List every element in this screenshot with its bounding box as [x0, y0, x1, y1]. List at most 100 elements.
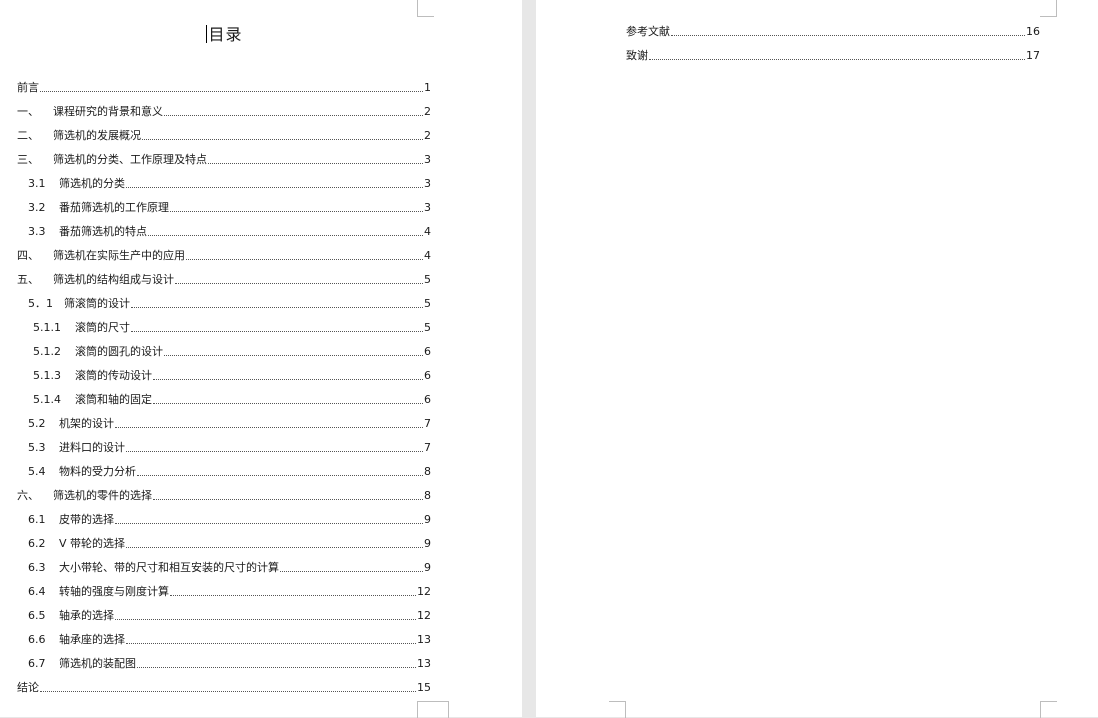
toc-entry-number: 6.1	[28, 513, 46, 526]
toc-entry-number: 四、	[17, 249, 39, 262]
dot-leader	[649, 59, 1025, 60]
dot-leader	[115, 427, 423, 428]
toc-page-number: 5	[424, 297, 431, 310]
toc-entry-section-3-2[interactable]: 3.2 番茄筛选机的工作原理 3	[28, 201, 431, 215]
toc-entry-subsection-5-1-1[interactable]: 5.1.1 滚筒的尺寸 5	[33, 321, 431, 335]
toc-page-number: 6	[424, 345, 431, 358]
margin-corner-mark	[432, 701, 449, 718]
toc-entry-references[interactable]: 参考文献 16	[626, 25, 1040, 39]
toc-entry-text: 滚筒的传动设计	[75, 369, 152, 382]
toc-entry-chapter-1[interactable]: 一、 课程研究的背景和意义 2	[17, 105, 431, 119]
toc-page-number: 12	[417, 585, 431, 598]
margin-corner-mark	[1040, 0, 1057, 17]
toc-entry-number: 5.2	[28, 417, 46, 430]
toc-entry-subsection-5-1-2[interactable]: 5.1.2 滚筒的圆孔的设计 6	[33, 345, 431, 359]
toc-entry-number: 5.3	[28, 441, 46, 454]
dot-leader	[280, 571, 423, 572]
toc-title[interactable]: 目录	[0, 21, 449, 45]
dot-leader	[153, 403, 423, 404]
dot-leader	[137, 667, 416, 668]
dot-leader	[164, 115, 423, 116]
toc-page-number: 3	[424, 201, 431, 214]
toc-entry-text: 转轴的强度与刚度计算	[59, 585, 169, 598]
dot-leader	[170, 595, 416, 596]
toc-page-number: 16	[1026, 25, 1040, 38]
toc-entry-chapter-6[interactable]: 六、 筛选机的零件的选择 8	[17, 489, 431, 503]
dot-leader	[126, 187, 423, 188]
toc-page-number: 5	[424, 321, 431, 334]
toc-entry-text: 滚筒的圆孔的设计	[75, 345, 163, 358]
toc-entry-number: 6.4	[28, 585, 46, 598]
toc-entry-text: 进料口的设计	[59, 441, 125, 454]
toc-entry-section-3-1[interactable]: 3.1 筛选机的分类 3	[28, 177, 431, 191]
toc-entry-text: 皮带的选择	[59, 513, 114, 526]
toc-entry-text: 筛选机的分类、工作原理及特点	[53, 153, 207, 166]
dot-leader	[126, 643, 416, 644]
toc-page-number: 15	[417, 681, 431, 694]
dot-leader	[164, 355, 423, 356]
dot-leader	[40, 91, 423, 92]
toc-entry-section-6-4[interactable]: 6.4 转轴的强度与刚度计算 12	[28, 585, 431, 599]
toc-entry-chapter-2[interactable]: 二、 筛选机的发展概况 2	[17, 129, 431, 143]
toc-entry-text: 筛选机的分类	[59, 177, 125, 190]
toc-entry-section-5-1[interactable]: 5．1 筛滚筒的设计 5	[28, 297, 431, 311]
toc-entry-subsection-5-1-3[interactable]: 5.1.3 滚筒的传动设计 6	[33, 369, 431, 383]
toc-entry-section-6-6[interactable]: 6.6 轴承座的选择 13	[28, 633, 431, 647]
toc-entry-text: 轴承座的选择	[59, 633, 125, 646]
toc-entry-section-6-3[interactable]: 6.3 大小带轮、带的尺寸和相互安装的尺寸的计算 9	[28, 561, 431, 575]
toc-entry-section-6-7[interactable]: 6.7 筛选机的装配图 13	[28, 657, 431, 671]
document-page-right	[536, 0, 1098, 718]
toc-entry-number: 5．1	[28, 297, 53, 310]
toc-entry-text: 筛选机的零件的选择	[53, 489, 152, 502]
toc-entry-text: 筛滚筒的设计	[64, 297, 130, 310]
toc-entry-section-5-4[interactable]: 5.4 物料的受力分析 8	[28, 465, 431, 479]
toc-page-number: 3	[424, 153, 431, 166]
toc-entry-text: 滚筒的尺寸	[75, 321, 130, 334]
toc-page-number: 8	[424, 465, 431, 478]
toc-page-number: 9	[424, 513, 431, 526]
toc-entry-conclusion[interactable]: 结论 15	[17, 681, 431, 695]
toc-entry-number: 二、	[17, 129, 39, 142]
toc-entry-subsection-5-1-4[interactable]: 5.1.4 滚筒和轴的固定 6	[33, 393, 431, 407]
dot-leader	[208, 163, 423, 164]
toc-entry-chapter-3[interactable]: 三、 筛选机的分类、工作原理及特点 3	[17, 153, 431, 167]
toc-entry-text: 筛选机在实际生产中的应用	[53, 249, 185, 262]
dot-leader	[126, 451, 423, 452]
toc-entry-section-5-3[interactable]: 5.3 进料口的设计 7	[28, 441, 431, 455]
toc-page-number: 2	[424, 129, 431, 142]
dot-leader	[148, 235, 423, 236]
dot-leader	[131, 307, 423, 308]
toc-entry-number: 6.7	[28, 657, 46, 670]
toc-entry-text: 物料的受力分析	[59, 465, 136, 478]
toc-entry-section-6-5[interactable]: 6.5 轴承的选择 12	[28, 609, 431, 623]
toc-entry-number: 3.1	[28, 177, 46, 190]
toc-entry-section-6-2[interactable]: 6.2 V 带轮的选择 9	[28, 537, 431, 551]
toc-entry-section-5-2[interactable]: 5.2 机架的设计 7	[28, 417, 431, 431]
dot-leader	[115, 619, 416, 620]
dot-leader	[131, 331, 423, 332]
toc-entry-chapter-4[interactable]: 四、 筛选机在实际生产中的应用 4	[17, 249, 431, 263]
dot-leader	[115, 523, 423, 524]
toc-page-number: 13	[417, 633, 431, 646]
dot-leader	[137, 475, 423, 476]
toc-entry-number: 五、	[17, 273, 39, 286]
toc-page-number: 13	[417, 657, 431, 670]
toc-page-number: 5	[424, 273, 431, 286]
dot-leader	[142, 139, 423, 140]
toc-page-number: 7	[424, 441, 431, 454]
toc-entry-number: 3.3	[28, 225, 46, 238]
margin-corner-mark	[417, 0, 434, 17]
toc-entry-text: 番茄筛选机的工作原理	[59, 201, 169, 214]
toc-page-number: 4	[424, 249, 431, 262]
toc-page-number: 3	[424, 177, 431, 190]
toc-page-number: 17	[1026, 49, 1040, 62]
toc-page-number: 2	[424, 105, 431, 118]
toc-entry-section-6-1[interactable]: 6.1 皮带的选择 9	[28, 513, 431, 527]
toc-entry-section-3-3[interactable]: 3.3 番茄筛选机的特点 4	[28, 225, 431, 239]
toc-entry-acknowledgements[interactable]: 致谢 17	[626, 49, 1040, 63]
toc-entry-chapter-5[interactable]: 五、 筛选机的结构组成与设计 5	[17, 273, 431, 287]
toc-entry-number: 一、	[17, 105, 39, 118]
toc-entry-number: 三、	[17, 153, 39, 166]
toc-entry-preface[interactable]: 前言 1	[17, 81, 431, 95]
toc-entry-text: 参考文献	[626, 25, 670, 38]
